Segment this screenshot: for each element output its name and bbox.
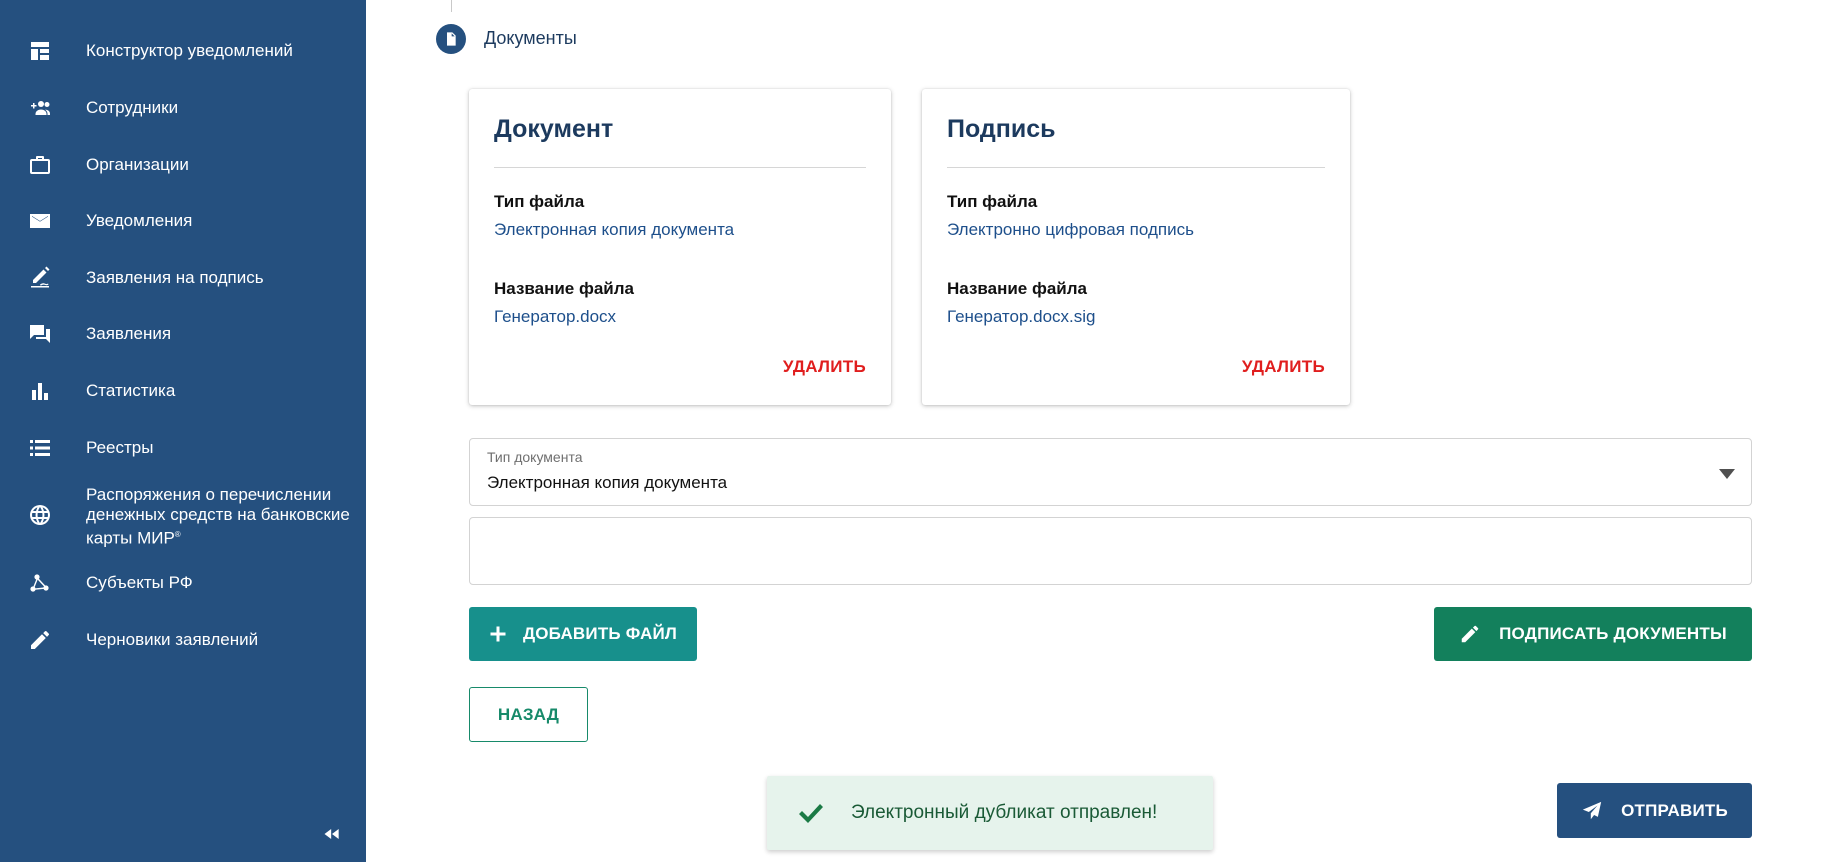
forum-icon <box>28 322 52 346</box>
dashboard-icon <box>28 39 52 63</box>
step-title: Документы <box>484 28 577 48</box>
file-type-label: Тип файла <box>947 192 1038 211</box>
file-name-link[interactable]: Генератор.docx.sig <box>947 307 1096 327</box>
card-title: Документ <box>494 115 614 143</box>
briefcase-icon <box>28 153 52 177</box>
select-label: Тип документа <box>487 449 583 465</box>
delete-signature-button[interactable]: УДАЛИТЬ <box>1242 357 1325 377</box>
sidebar-item-federal-subjects[interactable]: Субъекты РФ <box>0 571 366 595</box>
sign-documents-label: ПОДПИСАТЬ ДОКУМЕНТЫ <box>1499 624 1727 643</box>
app-root: Конструктор уведомлений Сотрудники Орган… <box>0 0 1825 862</box>
signature-card: Подпись Тип файла Электронно цифровая по… <box>922 89 1350 405</box>
document-card: Документ Тип файла Электронная копия док… <box>469 89 891 405</box>
sidebar-item-employees[interactable]: Сотрудники <box>0 96 366 120</box>
sidebar-item-label: Заявления на подпись <box>86 268 264 287</box>
file-name-link[interactable]: Генератор.docx <box>494 307 616 327</box>
sidebar-item-label: Уведомления <box>86 211 193 230</box>
card-divider <box>494 167 866 168</box>
sidebar-item-label: Реестры <box>86 438 154 457</box>
stepper-connector <box>451 0 452 12</box>
send-button[interactable]: ОТПРАВИТЬ <box>1557 783 1752 838</box>
sign-pen-icon <box>28 266 52 290</box>
globe-icon <box>28 503 52 527</box>
dropdown-arrow-icon <box>1719 466 1735 479</box>
sidebar-item-applications[interactable]: Заявления <box>0 322 366 346</box>
add-file-label: ДОБАВИТЬ ФАЙЛ <box>522 624 678 643</box>
success-toast: Электронный дубликат отправлен! <box>767 776 1213 850</box>
file-name-label: Название файла <box>494 279 635 298</box>
sidebar-item-label: Сотрудники <box>86 98 179 117</box>
pencil-icon <box>28 628 52 652</box>
plus-icon <box>490 626 506 642</box>
file-type-label: Тип файла <box>494 192 585 211</box>
file-type-value: Электронная копия документа <box>494 220 735 239</box>
sidebar: Конструктор уведомлений Сотрудники Орган… <box>0 0 366 862</box>
sign-documents-button[interactable]: ПОДПИСАТЬ ДОКУМЕНТЫ <box>1434 607 1752 661</box>
sidebar-item-label: Заявления <box>86 324 172 343</box>
double-chevron-left-icon <box>324 829 339 839</box>
sidebar-item-applications-to-sign[interactable]: Заявления на подпись <box>0 266 366 290</box>
send-label: ОТПРАВИТЬ <box>1621 800 1728 820</box>
sidebar-item-label: Организации <box>86 155 189 174</box>
add-people-icon <box>28 96 52 120</box>
file-name-label: Название файла <box>947 279 1088 298</box>
back-button[interactable]: НАЗАД <box>469 687 588 742</box>
delete-document-button[interactable]: УДАЛИТЬ <box>783 357 866 377</box>
card-title: Подпись <box>947 115 1056 143</box>
sidebar-item-drafts[interactable]: Черновики заявлений <box>0 628 366 652</box>
sidebar-item-notifications[interactable]: Уведомления <box>0 209 366 233</box>
sidebar-item-statistics[interactable]: Статистика <box>0 379 366 403</box>
add-file-button[interactable]: ДОБАВИТЬ ФАЙЛ <box>469 607 697 661</box>
collapse-sidebar-button[interactable] <box>320 822 344 846</box>
sidebar-item-registries[interactable]: Реестры <box>0 436 366 460</box>
sidebar-item-notification-builder[interactable]: Конструктор уведомлений <box>0 39 366 63</box>
list-icon <box>28 436 52 460</box>
extra-input-field[interactable] <box>469 517 1752 585</box>
step-indicator <box>436 24 466 54</box>
sidebar-item-mir-transfers[interactable]: Распоряжения о перечислении денежных сре… <box>0 484 366 548</box>
sidebar-item-label: Черновики заявлений <box>86 630 259 649</box>
sidebar-item-label: Конструктор уведомлений <box>86 41 293 60</box>
bar-chart-icon <box>28 379 52 403</box>
sidebar-item-label: Статистика <box>86 381 176 400</box>
toast-message: Электронный дубликат отправлен! <box>851 802 1158 823</box>
select-value: Электронная копия документа <box>487 473 728 492</box>
file-type-value: Электронно цифровая подпись <box>947 220 1194 239</box>
document-type-select[interactable]: Тип документа Электронная копия документ… <box>469 438 1752 506</box>
send-plane-icon <box>1582 801 1602 819</box>
card-divider <box>947 167 1325 168</box>
sidebar-item-label: Субъекты РФ <box>86 573 193 592</box>
pencil-icon <box>1461 625 1479 643</box>
checkmark-icon <box>797 801 825 825</box>
mail-icon <box>28 209 52 233</box>
share-nodes-icon <box>28 571 52 595</box>
sidebar-item-organizations[interactable]: Организации <box>0 153 366 177</box>
sidebar-item-label: Распоряжения о перечислении денежных сре… <box>86 485 350 548</box>
document-icon <box>447 32 456 46</box>
